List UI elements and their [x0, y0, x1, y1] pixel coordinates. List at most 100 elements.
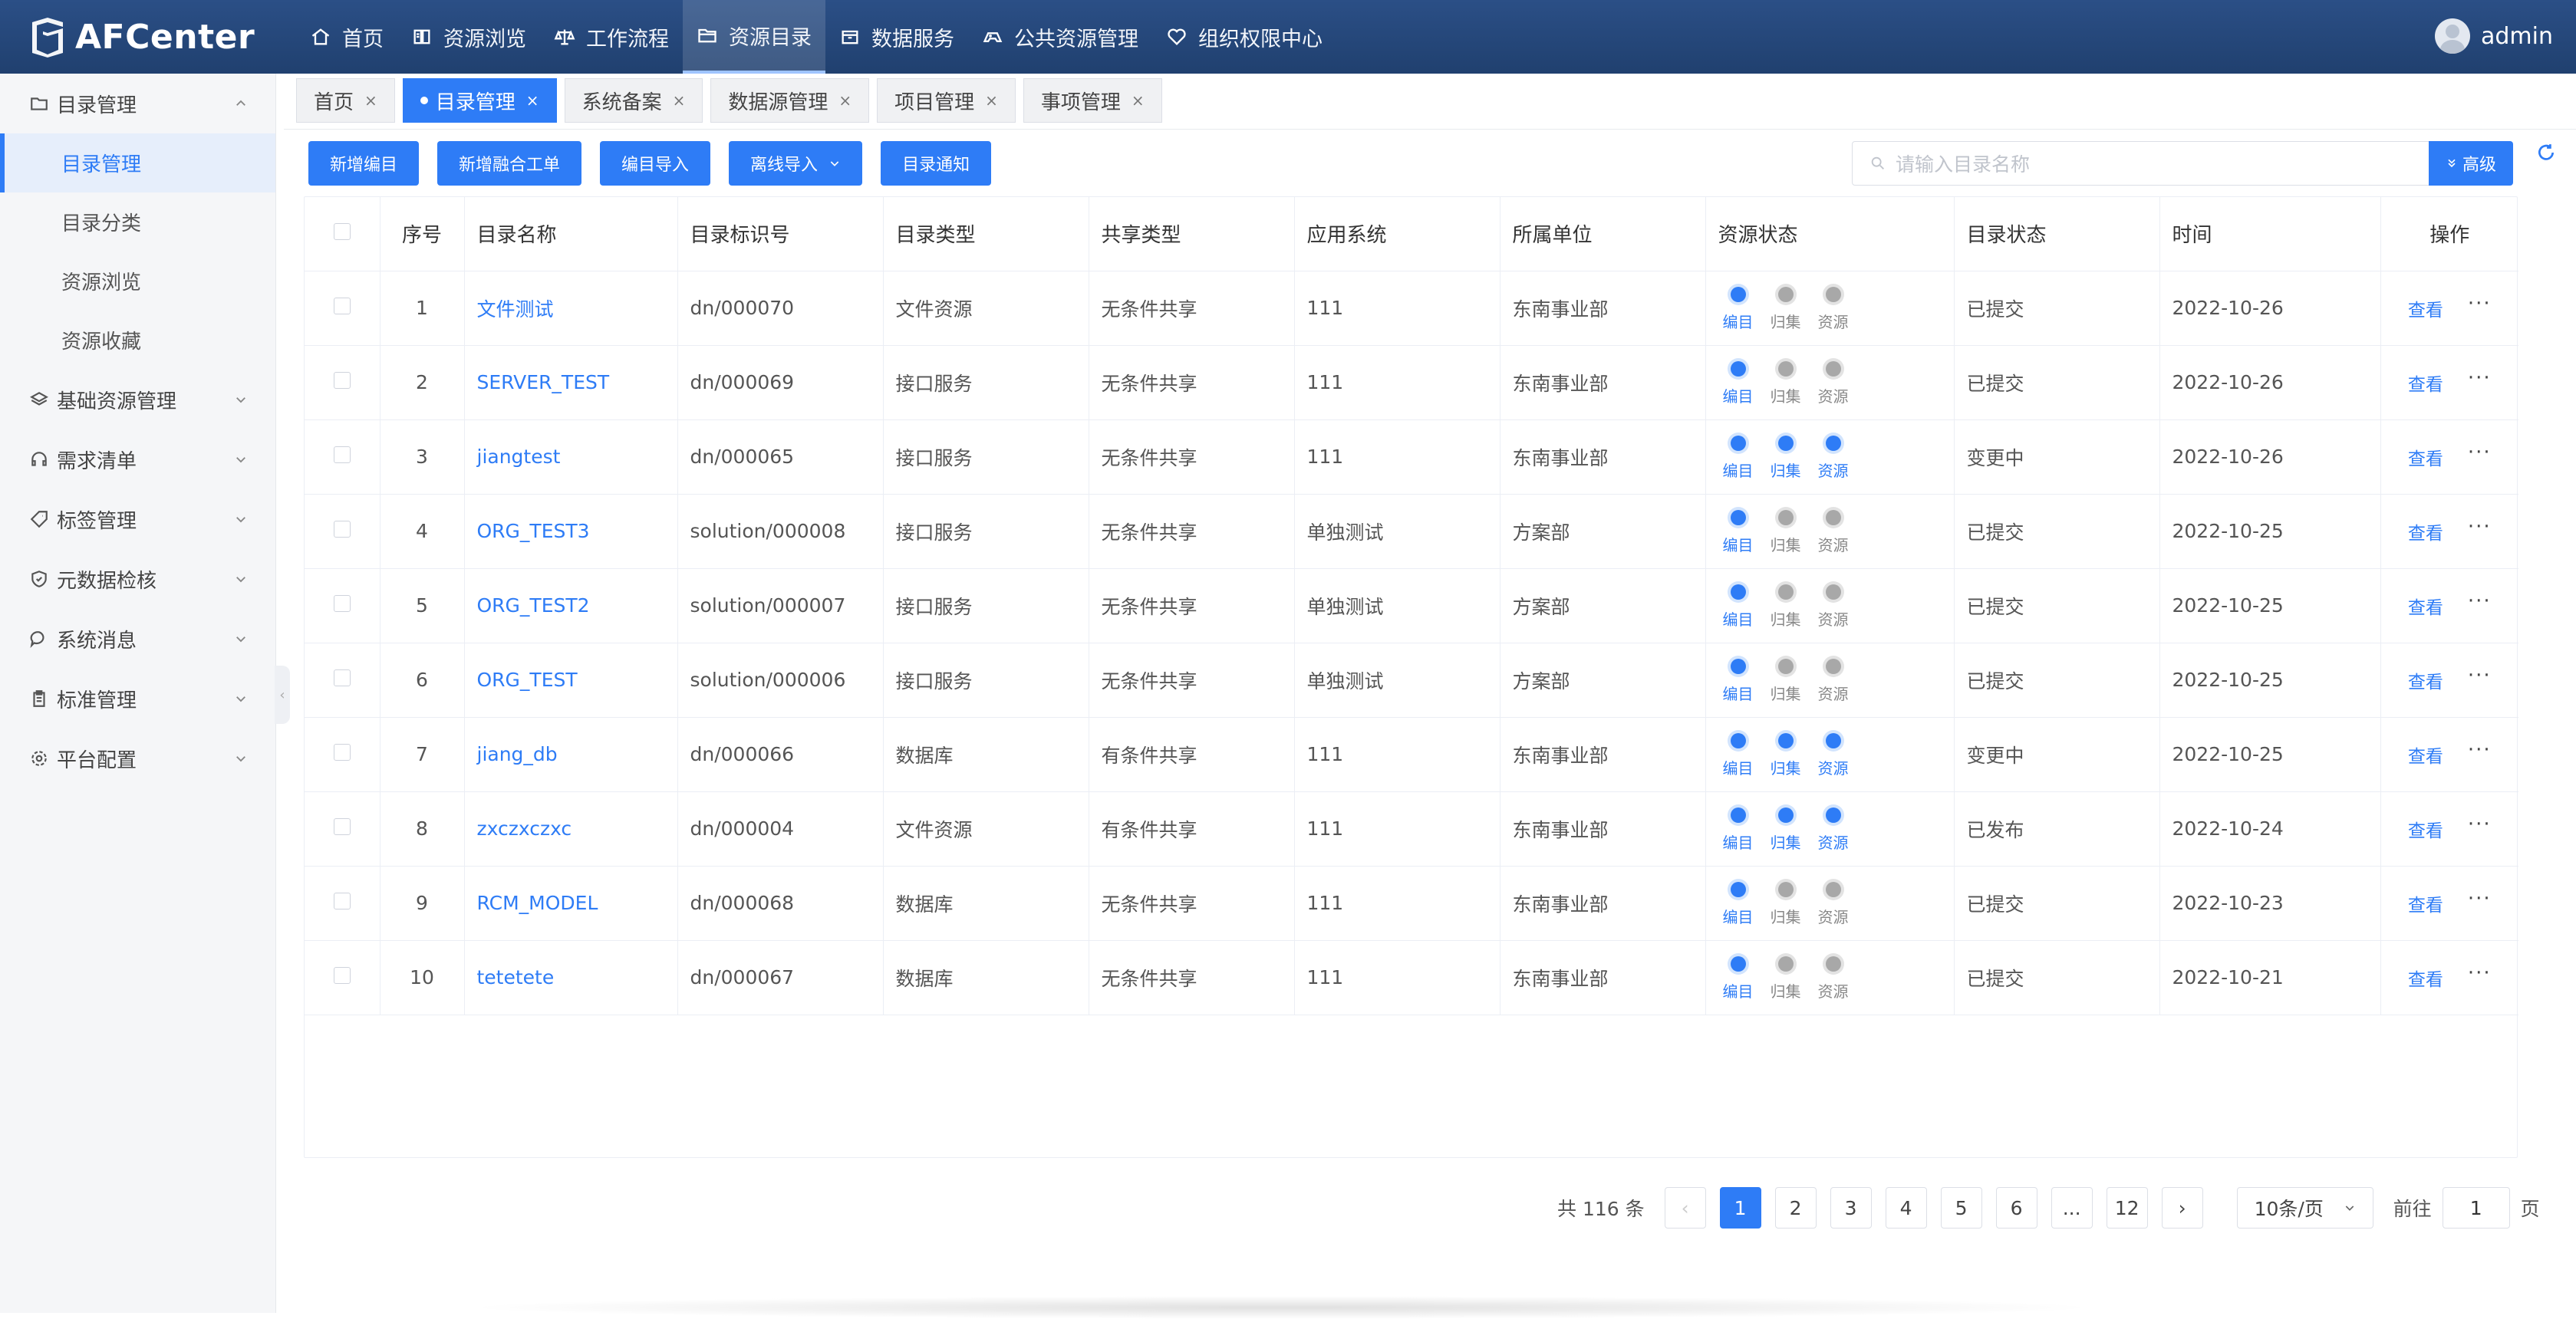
- headset-icon: [31, 452, 47, 466]
- close-icon[interactable]: ×: [364, 91, 377, 110]
- sidebar-group-metadata-check[interactable]: 元数据检核: [0, 549, 275, 609]
- page-button[interactable]: 2: [1774, 1187, 1817, 1229]
- nav-workflow[interactable]: 工作流程: [540, 0, 683, 74]
- row-checkbox[interactable]: [305, 271, 380, 346]
- select-all-checkbox[interactable]: [305, 197, 380, 271]
- tab-home[interactable]: 首页 ×: [296, 78, 395, 123]
- row-checkbox[interactable]: [305, 791, 380, 867]
- sidebar-group-tag-management[interactable]: 标签管理: [0, 489, 275, 549]
- cell-name-link[interactable]: ORG_TEST3: [464, 494, 678, 569]
- sidebar-group-platform-config[interactable]: 平台配置: [0, 729, 275, 788]
- sidebar-item-resource-browse[interactable]: 资源浏览: [0, 252, 275, 311]
- refresh-button[interactable]: [2536, 143, 2556, 163]
- row-checkbox[interactable]: [305, 494, 380, 569]
- view-link[interactable]: 查看: [2408, 742, 2443, 768]
- close-icon[interactable]: ×: [985, 91, 998, 110]
- cell-name-link[interactable]: RCM_MODEL: [464, 866, 678, 941]
- cell-code: dn/000070: [677, 271, 884, 346]
- page-button[interactable]: 1: [1719, 1187, 1761, 1229]
- import-catalog-button[interactable]: 编目导入: [600, 141, 711, 186]
- nav-resource-catalog[interactable]: 资源目录: [683, 0, 825, 74]
- page-size-select[interactable]: 10条/页: [2236, 1187, 2373, 1229]
- row-checkbox[interactable]: [305, 643, 380, 718]
- nav-public-resource[interactable]: 公共资源管理: [968, 0, 1152, 74]
- nav-resource-browse[interactable]: 资源浏览: [397, 0, 540, 74]
- cell-name-link[interactable]: tetetete: [464, 940, 678, 1015]
- view-link[interactable]: 查看: [2408, 965, 2443, 991]
- goto-page-input[interactable]: 1: [2442, 1187, 2510, 1229]
- cell-name-link[interactable]: ORG_TEST: [464, 643, 678, 718]
- more-icon[interactable]: ···: [2468, 368, 2492, 388]
- prev-page-button[interactable]: ‹: [1664, 1187, 1706, 1229]
- tab-matter-management[interactable]: 事项管理 ×: [1023, 78, 1162, 123]
- nav-data-service[interactable]: 数据服务: [825, 0, 968, 74]
- more-icon[interactable]: ···: [2468, 517, 2492, 537]
- sidebar-group-base-resource[interactable]: 基础资源管理: [0, 370, 275, 429]
- catalog-notify-button[interactable]: 目录通知: [881, 141, 992, 186]
- view-link[interactable]: 查看: [2408, 518, 2443, 544]
- close-icon[interactable]: ×: [838, 91, 852, 110]
- row-checkbox[interactable]: [305, 568, 380, 643]
- nav-home[interactable]: 首页: [296, 0, 397, 74]
- row-checkbox[interactable]: [305, 866, 380, 941]
- cell-name-link[interactable]: ORG_TEST2: [464, 568, 678, 643]
- view-link[interactable]: 查看: [2408, 816, 2443, 842]
- offline-import-button[interactable]: 离线导入: [729, 141, 863, 186]
- tab-datasource-management[interactable]: 数据源管理 ×: [710, 78, 870, 123]
- sidebar-group-standard-management[interactable]: 标准管理: [0, 669, 275, 729]
- tab-catalog-management[interactable]: 目录管理 ×: [402, 78, 557, 123]
- tab-project-management[interactable]: 项目管理 ×: [877, 78, 1016, 123]
- logo[interactable]: AFCenter: [28, 14, 255, 60]
- cell-name-link[interactable]: zxczxczxc: [464, 791, 678, 867]
- sidebar-item-catalog-classify[interactable]: 目录分类: [0, 192, 275, 252]
- user-menu[interactable]: admin: [2435, 18, 2553, 54]
- status-step: 资源: [1813, 510, 1853, 555]
- more-icon[interactable]: ···: [2468, 442, 2492, 462]
- page-button[interactable]: 4: [1885, 1187, 1927, 1229]
- view-link[interactable]: 查看: [2408, 370, 2443, 396]
- cell-name-link[interactable]: jiang_db: [464, 717, 678, 792]
- view-link[interactable]: 查看: [2408, 444, 2443, 470]
- row-checkbox[interactable]: [305, 940, 380, 1015]
- page-button[interactable]: 12: [2106, 1187, 2148, 1229]
- sidebar-item-catalog-management[interactable]: 目录管理: [0, 133, 275, 192]
- nav-org-permission[interactable]: 组织权限中心: [1152, 0, 1336, 74]
- close-icon[interactable]: ×: [673, 91, 686, 110]
- more-icon[interactable]: ···: [2468, 814, 2492, 834]
- search-input[interactable]: 请输入目录名称: [1852, 141, 2430, 186]
- new-fusion-order-button[interactable]: 新增融合工单: [437, 141, 582, 186]
- cell-name-link[interactable]: 文件测试: [464, 271, 678, 346]
- more-icon[interactable]: ···: [2468, 666, 2492, 686]
- view-link[interactable]: 查看: [2408, 667, 2443, 693]
- sidebar-item-resource-favorites[interactable]: 资源收藏: [0, 311, 275, 370]
- close-icon[interactable]: ×: [1132, 91, 1145, 110]
- cell-name-link[interactable]: jiangtest: [464, 419, 678, 495]
- row-checkbox[interactable]: [305, 345, 380, 420]
- cell-share: 无条件共享: [1089, 494, 1295, 569]
- sidebar-group-system-message[interactable]: 系统消息: [0, 609, 275, 669]
- page-button[interactable]: 6: [1995, 1187, 2037, 1229]
- page-button[interactable]: 3: [1830, 1187, 1872, 1229]
- more-icon[interactable]: ···: [2468, 889, 2492, 909]
- page-button[interactable]: 5: [1940, 1187, 1982, 1229]
- view-link[interactable]: 查看: [2408, 890, 2443, 916]
- view-link[interactable]: 查看: [2408, 593, 2443, 619]
- more-icon[interactable]: ···: [2468, 740, 2492, 760]
- view-link[interactable]: 查看: [2408, 295, 2443, 321]
- sidebar-collapse-handle[interactable]: ‹: [275, 666, 290, 724]
- row-checkbox[interactable]: [305, 717, 380, 792]
- sidebar-group-demand-list[interactable]: 需求清单: [0, 429, 275, 489]
- chevron-down-icon: [236, 457, 245, 463]
- more-icon[interactable]: ···: [2468, 963, 2492, 983]
- advanced-search-button[interactable]: 高级: [2429, 141, 2513, 186]
- cell-name-link[interactable]: SERVER_TEST: [464, 345, 678, 420]
- page-ellipsis[interactable]: ...: [2051, 1187, 2093, 1229]
- row-checkbox[interactable]: [305, 419, 380, 495]
- next-page-button[interactable]: ›: [2161, 1187, 2203, 1229]
- more-icon[interactable]: ···: [2468, 591, 2492, 611]
- tab-system-filing[interactable]: 系统备案 ×: [564, 78, 703, 123]
- more-icon[interactable]: ···: [2468, 294, 2492, 314]
- new-catalog-button[interactable]: 新增编目: [308, 141, 420, 186]
- close-icon[interactable]: ×: [526, 91, 539, 110]
- sidebar-group-catalog[interactable]: 目录管理: [0, 74, 275, 133]
